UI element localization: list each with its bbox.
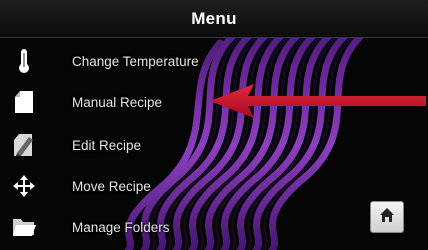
menu-item-label: Edit Recipe [72, 137, 142, 153]
document-icon [10, 88, 38, 116]
home-icon [379, 207, 395, 228]
page-title: Menu [191, 8, 237, 28]
menu-item-manage-folders[interactable]: Manage Folders [0, 207, 300, 247]
move-arrows-icon [10, 172, 38, 200]
home-button[interactable] [370, 201, 404, 233]
annotation-arrow [210, 84, 426, 118]
menu-item-label: Manual Recipe [72, 94, 163, 110]
menu-item-edit-recipe[interactable]: Edit Recipe [0, 125, 300, 165]
edit-document-icon [10, 131, 38, 159]
menu-header: Menu [0, 0, 428, 38]
menu-item-label: Move Recipe [72, 178, 151, 194]
device-screen: Menu Change Temperature Manual Recipe Ed… [0, 0, 428, 250]
thermometer-icon [10, 47, 38, 75]
folder-icon [10, 213, 38, 241]
menu-item-label: Manage Folders [72, 219, 170, 235]
menu-item-label: Change Temperature [72, 53, 199, 69]
menu-item-move-recipe[interactable]: Move Recipe [0, 166, 300, 206]
menu-item-change-temperature[interactable]: Change Temperature [0, 41, 300, 81]
